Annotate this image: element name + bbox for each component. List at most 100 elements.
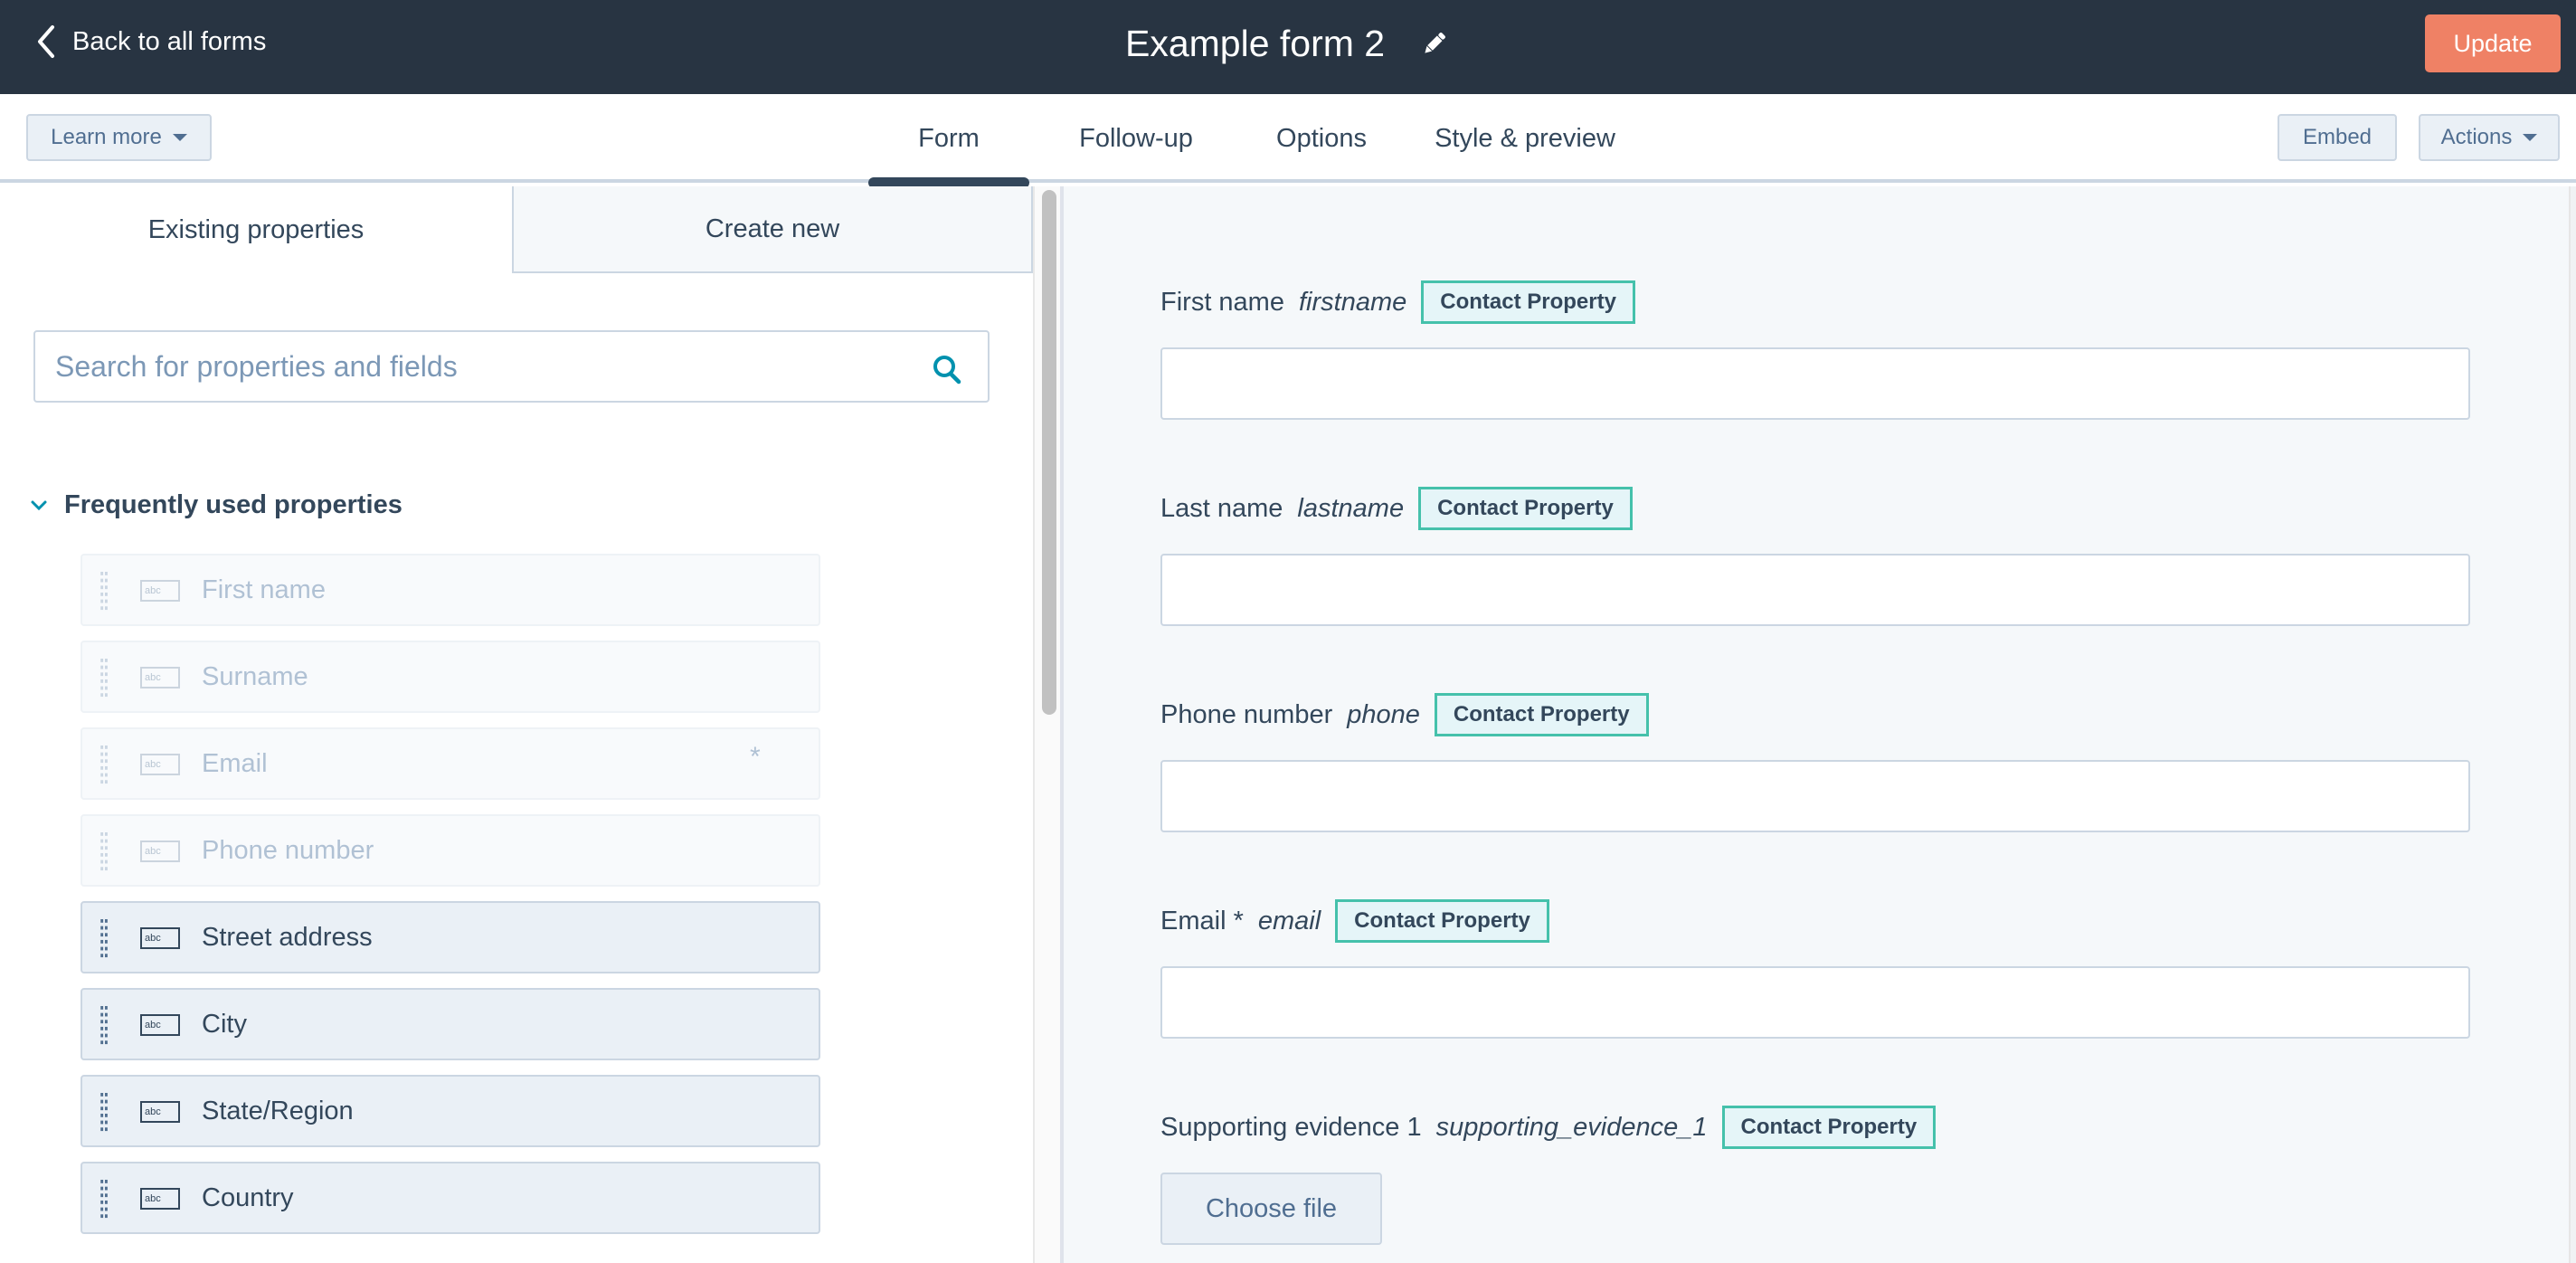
field-label: Phone number — [1160, 699, 1333, 729]
scrollbar-thumb[interactable] — [1042, 190, 1056, 715]
caret-down-icon — [2523, 134, 2538, 141]
field-label: Email * — [1160, 906, 1244, 935]
property-label: First name — [202, 575, 326, 604]
properties-panel: Existing properties Create new Frequentl… — [0, 186, 1033, 1263]
drag-handle-icon[interactable] — [100, 919, 109, 959]
form-editor-tabs: Form Follow-up Options Style & preview — [868, 94, 1650, 188]
property-label: Email — [202, 748, 268, 778]
text-field-icon: abc — [140, 1188, 180, 1210]
form-title-text: Example form 2 — [1125, 22, 1386, 64]
contact-property-badge: Contact Property — [1434, 693, 1649, 736]
property-item[interactable]: abc Email * — [80, 727, 820, 800]
drag-handle-icon[interactable] — [100, 1093, 109, 1133]
property-label: Street address — [202, 922, 373, 952]
tab-label: Options — [1276, 123, 1367, 153]
tab-label: Create new — [705, 214, 840, 243]
chevron-down-icon — [31, 500, 47, 510]
top-header: Back to all forms Example form 2 Update — [0, 0, 2576, 94]
field-internal-name: firstname — [1298, 287, 1407, 317]
caret-down-icon — [172, 134, 187, 141]
form-preview-panel: First name firstname Contact Property Last … — [1062, 186, 2576, 1263]
form-field: Supporting evidence 1 supporting_evidence… — [1160, 1106, 1937, 1245]
property-item[interactable]: abc Country — [80, 1162, 820, 1234]
field-label-row: Supporting evidence 1 supporting_evidence… — [1160, 1106, 1937, 1149]
pencil-icon[interactable] — [1421, 30, 1448, 57]
text-field-icon: abc — [140, 754, 180, 775]
search-icon[interactable] — [932, 354, 962, 385]
drag-handle-icon[interactable] — [100, 572, 109, 612]
tab-style-preview[interactable]: Style & preview — [1400, 94, 1650, 183]
contact-property-badge: Contact Property — [1335, 899, 1549, 943]
property-label: Phone number — [202, 835, 374, 865]
form-field: Phone number phone Contact Property — [1160, 693, 2470, 832]
text-field-icon: abc — [140, 667, 180, 688]
tab-options[interactable]: Options — [1243, 94, 1400, 183]
field-internal-name: lastname — [1297, 493, 1405, 523]
property-item[interactable]: abc City — [80, 988, 820, 1060]
drag-handle-icon[interactable] — [100, 745, 109, 785]
field-label: First name — [1160, 287, 1284, 317]
back-to-all-forms-link[interactable]: Back to all forms — [33, 24, 266, 60]
drag-handle-icon[interactable] — [100, 1180, 109, 1220]
preview-scrollbar[interactable] — [2569, 186, 2576, 1263]
field-label-row: Last name lastname Contact Property — [1160, 487, 2470, 530]
property-list: abc First name abc Surname abc Email * abc Phone… — [80, 554, 820, 1249]
tab-create-new[interactable]: Create new — [512, 186, 1033, 273]
field-internal-name: phone — [1347, 699, 1420, 729]
form-field: Email * email Contact Property — [1160, 899, 2470, 1039]
text-field-icon: abc — [140, 580, 180, 602]
field-input[interactable] — [1160, 760, 2470, 832]
field-label: Last name — [1160, 493, 1283, 523]
tab-label: Follow-up — [1079, 123, 1193, 153]
property-item[interactable]: abc Phone number — [80, 814, 820, 887]
field-label-row: First name firstname Contact Property — [1160, 280, 2470, 324]
field-internal-name: email — [1257, 906, 1321, 935]
drag-handle-icon[interactable] — [100, 1006, 109, 1046]
field-input[interactable] — [1160, 966, 2470, 1039]
back-link-label: Back to all forms — [72, 26, 267, 56]
update-button[interactable]: Update — [2425, 14, 2561, 72]
learn-more-label: Learn more — [51, 125, 162, 149]
property-search — [33, 330, 990, 403]
property-item[interactable]: abc Street address — [80, 901, 820, 973]
form-field: First name firstname Contact Property — [1160, 280, 2470, 420]
contact-property-badge: Contact Property — [1721, 1106, 1937, 1149]
tab-label: Form — [918, 123, 980, 153]
field-input[interactable] — [1160, 554, 2470, 626]
text-field-icon: abc — [140, 1014, 180, 1036]
frequently-used-section-toggle[interactable]: Frequently used properties — [30, 490, 402, 520]
tab-label: Existing properties — [147, 214, 365, 244]
tab-follow-up[interactable]: Follow-up — [1029, 94, 1243, 183]
field-label-row: Phone number phone Contact Property — [1160, 693, 2470, 736]
property-item[interactable]: abc Surname — [80, 641, 820, 713]
property-item[interactable]: abc First name — [80, 554, 820, 626]
property-search-input[interactable] — [55, 349, 905, 384]
field-input[interactable] — [1160, 347, 2470, 420]
form-title: Example form 2 — [1125, 18, 1448, 69]
drag-handle-icon[interactable] — [100, 659, 109, 698]
form-field: Last name lastname Contact Property — [1160, 487, 2470, 626]
properties-scrollbar[interactable] — [1033, 186, 1062, 1263]
property-label: City — [202, 1009, 247, 1039]
chevron-left-icon — [38, 25, 54, 58]
contact-property-badge: Contact Property — [1421, 280, 1635, 324]
tab-form[interactable]: Form — [868, 94, 1029, 188]
property-label: State/Region — [202, 1096, 354, 1125]
text-field-icon: abc — [140, 927, 180, 949]
field-label-row: Email * email Contact Property — [1160, 899, 2470, 943]
actions-label: Actions — [2440, 125, 2513, 149]
required-marker: * — [750, 742, 761, 772]
tab-existing-properties[interactable]: Existing properties — [0, 186, 512, 273]
field-internal-name: supporting_evidence_1 — [1435, 1112, 1708, 1142]
actions-dropdown[interactable]: Actions — [2419, 114, 2560, 161]
learn-more-dropdown[interactable]: Learn more — [26, 114, 212, 161]
choose-file-button[interactable]: Choose file — [1160, 1173, 1382, 1245]
tab-label: Style & preview — [1435, 123, 1615, 153]
drag-handle-icon[interactable] — [100, 832, 109, 872]
property-label: Country — [202, 1182, 294, 1212]
property-label: Surname — [202, 661, 308, 691]
property-item[interactable]: abc State/Region — [80, 1075, 820, 1147]
field-label: Supporting evidence 1 — [1160, 1112, 1422, 1142]
embed-button[interactable]: Embed — [2278, 114, 2397, 161]
text-field-icon: abc — [140, 1101, 180, 1123]
